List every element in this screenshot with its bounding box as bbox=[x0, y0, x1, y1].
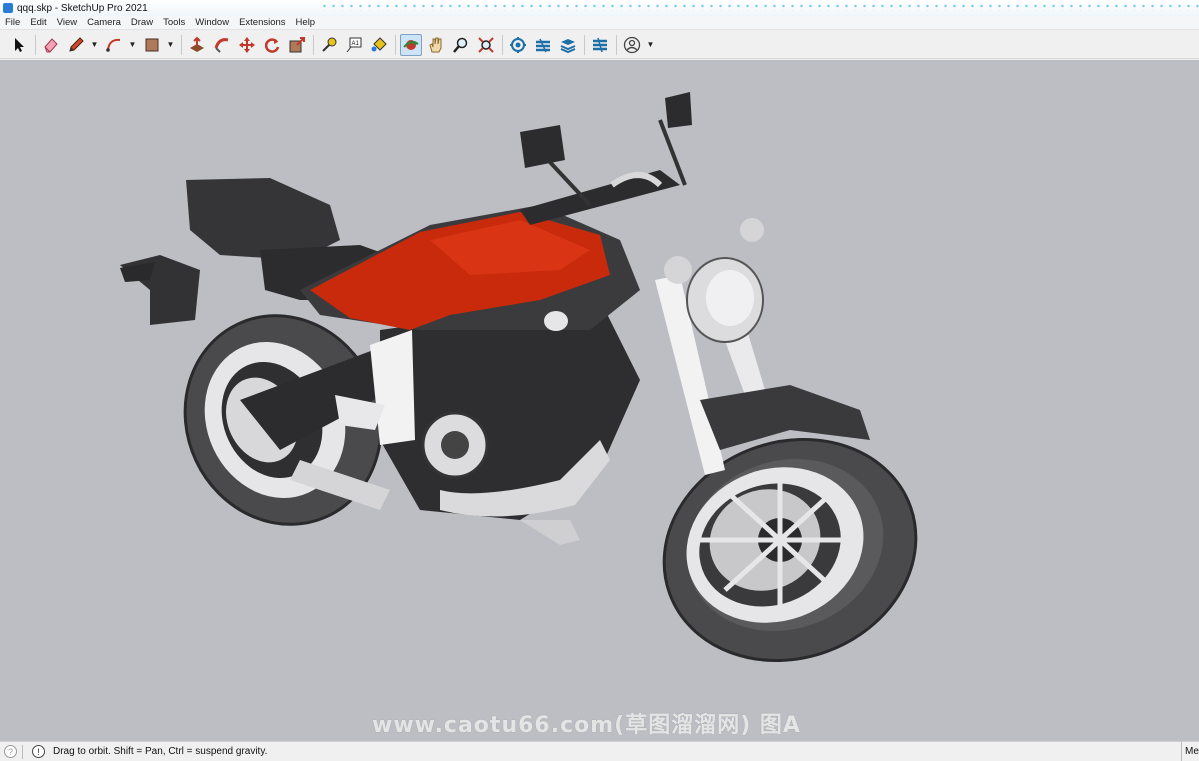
toolbar-separator bbox=[616, 34, 617, 55]
main-toolbar: ▼ ▼ ▼ A1 ▼ bbox=[0, 31, 1199, 59]
menu-file[interactable]: File bbox=[0, 17, 25, 28]
tape-measure-tool-button[interactable] bbox=[318, 34, 340, 56]
move-tool-button[interactable] bbox=[236, 34, 258, 56]
select-tool-button[interactable] bbox=[8, 34, 30, 56]
zoom-extents-tool-button[interactable] bbox=[475, 34, 497, 56]
menu-window[interactable]: Window bbox=[190, 17, 234, 28]
layers-icon bbox=[560, 38, 576, 53]
front-wheel bbox=[662, 437, 918, 663]
zoom-tool-button[interactable] bbox=[450, 34, 472, 56]
watermark-text: www.caotu66.com(草图溜溜网) 图A bbox=[372, 713, 801, 738]
extension-warehouse-icon bbox=[536, 38, 550, 52]
warehouse-tool-button[interactable] bbox=[507, 34, 529, 56]
title-bar-decoration bbox=[320, 3, 1199, 11]
arc-icon bbox=[106, 38, 121, 52]
hand-icon bbox=[429, 37, 442, 52]
line-tool-dropdown[interactable]: ▼ bbox=[90, 34, 99, 56]
text-tool-button[interactable]: A1 bbox=[343, 34, 365, 56]
account-tool-button[interactable] bbox=[621, 34, 643, 56]
shape-tool-button[interactable] bbox=[141, 34, 163, 56]
scale-tool-button[interactable] bbox=[286, 34, 308, 56]
follow-me-tool-button[interactable] bbox=[211, 34, 233, 56]
status-message: Drag to orbit. Shift = Pan, Ctrl = suspe… bbox=[53, 746, 268, 757]
orbit-icon bbox=[403, 39, 419, 50]
account-dropdown[interactable]: ▼ bbox=[646, 34, 655, 56]
model-viewport[interactable]: www.caotu66.com(草图溜溜网) 图A bbox=[0, 60, 1199, 741]
rectangle-icon bbox=[145, 38, 159, 51]
engine bbox=[380, 300, 640, 520]
trimble-connect-tool-button[interactable] bbox=[589, 34, 611, 56]
toolbar-separator bbox=[35, 34, 36, 55]
toolbar-separator bbox=[313, 34, 314, 55]
eraser-icon bbox=[44, 37, 58, 52]
geo-location-icon[interactable]: ? bbox=[4, 745, 17, 758]
rotate-icon bbox=[264, 37, 280, 53]
status-separator bbox=[22, 744, 23, 759]
zoom-extents-icon bbox=[478, 36, 494, 53]
measurements-box[interactable]: Me bbox=[1181, 742, 1199, 761]
eraser-tool-button[interactable] bbox=[40, 34, 62, 56]
follow-me-icon bbox=[214, 37, 229, 53]
menu-edit[interactable]: Edit bbox=[25, 17, 51, 28]
arc-tool-button[interactable] bbox=[103, 34, 125, 56]
warehouse-icon bbox=[510, 36, 526, 53]
pan-tool-button[interactable] bbox=[425, 34, 447, 56]
sketchup-app-icon bbox=[3, 3, 13, 13]
menu-tools[interactable]: Tools bbox=[158, 17, 190, 28]
orbit-tool-button[interactable] bbox=[400, 33, 422, 56]
fuel-tank bbox=[300, 205, 640, 330]
arrow-cursor-icon bbox=[15, 37, 24, 52]
instructor-info-icon[interactable]: ! bbox=[32, 745, 45, 758]
arc-tool-dropdown[interactable]: ▼ bbox=[128, 34, 137, 56]
magnifier-icon bbox=[453, 37, 468, 53]
status-bar: ? ! Drag to orbit. Shift = Pan, Ctrl = s… bbox=[0, 741, 1199, 761]
toolbar-separator bbox=[181, 34, 182, 55]
title-bar: qqq.skp - SketchUp Pro 2021 bbox=[0, 0, 1199, 16]
paint-bucket-tool-button[interactable] bbox=[368, 34, 390, 56]
toolbar-separator bbox=[502, 34, 503, 55]
menu-help[interactable]: Help bbox=[291, 17, 321, 28]
menu-camera[interactable]: Camera bbox=[82, 17, 126, 28]
extension-warehouse-tool-button[interactable] bbox=[532, 34, 554, 56]
menu-view[interactable]: View bbox=[52, 17, 82, 28]
toolbar-separator bbox=[395, 34, 396, 55]
scale-icon bbox=[289, 36, 305, 52]
menu-bar: File Edit View Camera Draw Tools Window … bbox=[0, 16, 1199, 30]
push-pull-icon bbox=[190, 36, 204, 52]
push-pull-tool-button[interactable] bbox=[186, 34, 208, 56]
shape-tool-dropdown[interactable]: ▼ bbox=[166, 34, 175, 56]
menu-draw[interactable]: Draw bbox=[126, 17, 158, 28]
rotate-tool-button[interactable] bbox=[261, 34, 283, 56]
user-icon bbox=[623, 36, 641, 53]
sketchup-window: qqq.skp - SketchUp Pro 2021 File Edit Vi… bbox=[0, 0, 1199, 761]
layers-tool-button[interactable] bbox=[557, 34, 579, 56]
paint-bucket-icon bbox=[371, 36, 387, 51]
trimble-icon bbox=[593, 37, 607, 52]
tape-measure-icon bbox=[322, 37, 337, 52]
svg-text:A1: A1 bbox=[352, 41, 360, 47]
pencil-icon bbox=[69, 36, 84, 52]
window-title: qqq.skp - SketchUp Pro 2021 bbox=[17, 2, 148, 14]
motorcycle-model bbox=[120, 92, 918, 663]
text-icon: A1 bbox=[346, 37, 362, 52]
toolbar-separator bbox=[584, 34, 585, 55]
line-tool-button[interactable] bbox=[65, 34, 87, 56]
menu-extensions[interactable]: Extensions bbox=[234, 17, 290, 28]
move-icon bbox=[239, 36, 255, 53]
